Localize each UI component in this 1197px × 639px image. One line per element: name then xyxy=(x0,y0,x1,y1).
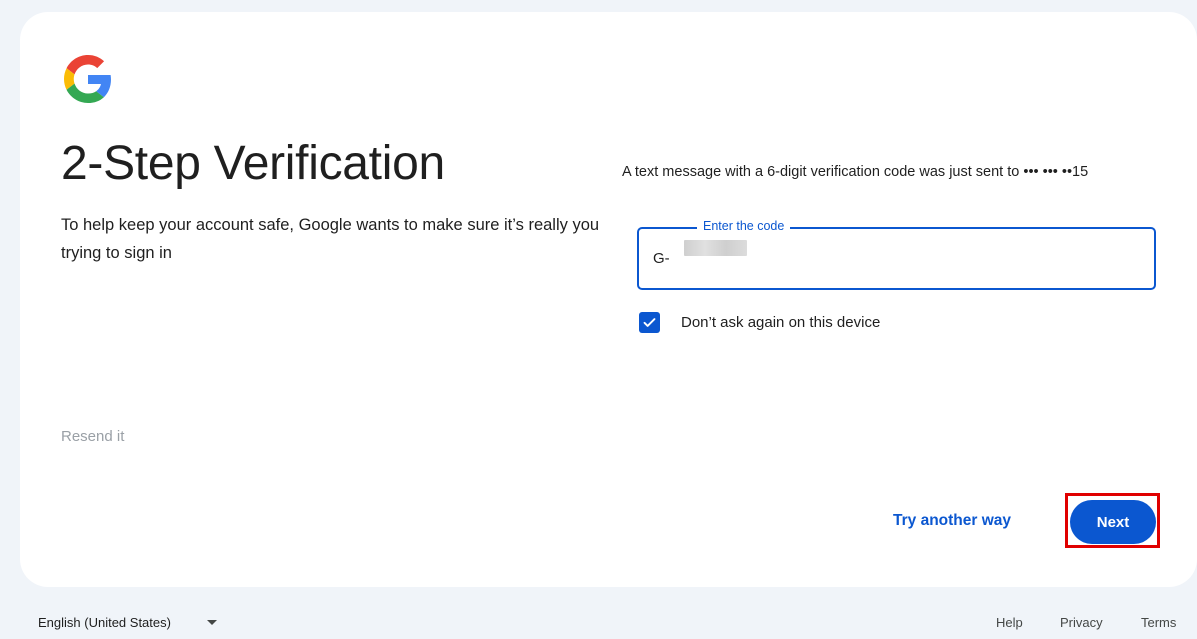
dont-ask-again-label[interactable]: Don’t ask again on this device xyxy=(681,314,880,331)
try-another-way-button[interactable]: Try another way xyxy=(893,512,1011,530)
language-label: English (United States) xyxy=(38,615,171,630)
privacy-link[interactable]: Privacy xyxy=(1060,615,1103,630)
page-title: 2-Step Verification xyxy=(61,137,445,190)
help-link[interactable]: Help xyxy=(996,615,1023,630)
terms-link[interactable]: Terms xyxy=(1141,615,1176,630)
code-prefix: G- xyxy=(653,250,670,267)
resend-link[interactable]: Resend it xyxy=(61,428,124,445)
code-input[interactable] xyxy=(695,239,1135,277)
signin-card: 2-Step Verification To help keep your ac… xyxy=(20,12,1197,587)
code-field-label: Enter the code xyxy=(697,219,791,233)
page-subtitle: To help keep your account safe, Google w… xyxy=(61,216,600,262)
code-field[interactable]: Enter the code G- xyxy=(637,219,1156,290)
google-g-icon xyxy=(64,55,111,103)
redacted-code xyxy=(684,240,747,256)
language-selector[interactable]: English (United States) xyxy=(38,615,217,630)
dropdown-arrow-icon xyxy=(206,620,217,625)
checkmark-icon xyxy=(643,318,656,327)
dont-ask-again-checkbox[interactable] xyxy=(639,312,660,333)
verification-message: A text message with a 6-digit verificati… xyxy=(622,164,1089,180)
next-button[interactable]: Next xyxy=(1070,500,1156,544)
footer: English (United States) Help Privacy Ter… xyxy=(0,600,1197,639)
